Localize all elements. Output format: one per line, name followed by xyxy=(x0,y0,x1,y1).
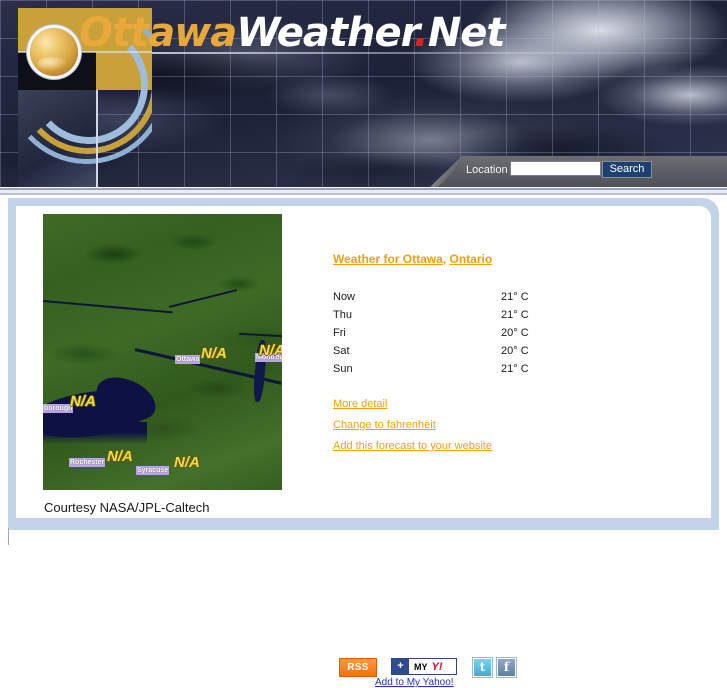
more-detail-link[interactable]: More detail xyxy=(333,398,663,410)
forecast-temperature: 21° C xyxy=(501,291,529,303)
map-caption: Courtesy NASA/JPL-Caltech xyxy=(44,500,210,515)
logo-vertical-rule xyxy=(96,90,98,187)
map-city-temperature: N/A xyxy=(259,342,282,359)
map-city-label: Rochester xyxy=(69,458,106,467)
forecast-temperature: 20° C xyxy=(501,327,529,339)
forecast-heading-prefix-link[interactable]: Weather for xyxy=(333,252,403,266)
forecast-temperature: 21° C xyxy=(501,363,529,375)
forecast-day: Sat xyxy=(333,345,350,357)
map-city-temperature: N/A xyxy=(201,345,227,362)
lake-south-shore xyxy=(43,422,147,444)
map-city-temperature: N/A xyxy=(70,393,96,410)
yahoo-my-label: MY xyxy=(414,661,428,672)
location-label: Location xyxy=(466,164,508,176)
forecast-heading-region-link[interactable]: Ontario xyxy=(449,252,492,266)
search-bar: Location Search xyxy=(430,156,727,187)
content-panel: OttawaN/AMontrealN/AboroughN/ARochesterN… xyxy=(8,198,719,688)
forecast-day: Fri xyxy=(333,327,346,339)
add-to-my-yahoo-link[interactable]: Add to My Yahoo! xyxy=(375,677,454,688)
twitter-icon[interactable]: t xyxy=(473,658,492,677)
map-city-label: Syracuse xyxy=(136,466,170,475)
map-city-label: Ottawa xyxy=(175,355,201,364)
wordmark-dot: . xyxy=(413,10,429,56)
yahoo-plus-icon: + xyxy=(392,659,409,674)
wordmark-weather: Weather xyxy=(236,10,414,56)
site-header-banner: OttawaWeather.Net Location Search xyxy=(0,0,727,187)
wordmark-ottawa: Ottawa xyxy=(79,10,237,56)
forecast-row: Sat 20° C xyxy=(333,342,663,360)
forecast-heading-city-link[interactable]: Ottawa xyxy=(403,252,443,266)
change-units-link[interactable]: Change to fahrenheit xyxy=(333,419,663,431)
map-terrain-image xyxy=(43,214,282,490)
forecast-row: Now 21° C xyxy=(333,288,663,306)
content-inner: OttawaN/AMontrealN/AboroughN/ARochesterN… xyxy=(16,206,711,688)
my-yahoo-badge[interactable]: + MY Y! xyxy=(391,658,457,675)
forecast-row: Sun 21° C xyxy=(333,360,663,378)
satellite-map[interactable]: OttawaN/AMontrealN/AboroughN/ARochesterN… xyxy=(43,214,282,490)
page-left-rule xyxy=(8,528,9,545)
forecast-table: Now 21° C Thu 21° C Fri 20° C Sat 20° C Sun 21° C xyxy=(333,288,663,378)
forecast-heading: Weather for Ottawa, Ontario xyxy=(333,252,663,266)
rss-badge[interactable]: RSS xyxy=(339,658,377,677)
logo-globe-icon xyxy=(30,28,78,76)
forecast-temperature: 21° C xyxy=(501,309,529,321)
facebook-icon[interactable]: f xyxy=(497,658,516,677)
site-wordmark[interactable]: OttawaWeather.Net xyxy=(79,10,506,56)
forecast-column: Weather for Ottawa, Ontario Now 21° C Thu 2… xyxy=(333,252,663,461)
map-city-temperature: N/A xyxy=(174,454,200,471)
forecast-links: More detail Change to fahrenheit Add thi… xyxy=(333,398,663,452)
yahoo-logo-icon: Y! xyxy=(431,660,443,673)
content-panel-bottom-bar xyxy=(8,520,719,530)
map-city-temperature: N/A xyxy=(107,448,133,465)
forecast-row: Fri 20° C xyxy=(333,324,663,342)
forecast-row: Thu 21° C xyxy=(333,306,663,324)
forecast-day: Now xyxy=(333,291,356,303)
forecast-day: Sun xyxy=(333,363,353,375)
location-input[interactable] xyxy=(510,161,601,176)
wordmark-net: Net xyxy=(427,10,506,56)
forecast-temperature: 20° C xyxy=(501,345,529,357)
map-city-label: borough xyxy=(43,404,74,413)
add-to-website-link[interactable]: Add this forecast to your website xyxy=(333,440,663,452)
header-divider xyxy=(0,187,727,198)
search-button[interactable]: Search xyxy=(602,161,652,178)
forecast-day: Thu xyxy=(333,309,352,321)
